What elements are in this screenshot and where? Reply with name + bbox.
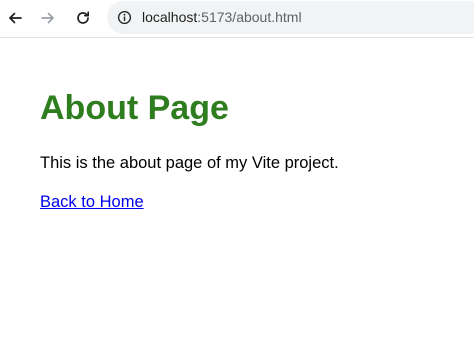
page-content: About Page This is the about page of my … xyxy=(40,86,460,213)
reload-icon xyxy=(75,10,91,26)
browser-toolbar: localhost:5173/about.html xyxy=(0,0,474,38)
url-text[interactable]: localhost:5173/about.html xyxy=(142,9,302,26)
info-circle-icon[interactable] xyxy=(116,9,132,25)
url-host: localhost xyxy=(142,9,198,25)
page-title: About Page xyxy=(40,89,229,127)
back-button[interactable] xyxy=(2,5,28,31)
arrow-right-icon xyxy=(40,10,56,26)
address-bar[interactable]: localhost:5173/about.html xyxy=(107,1,474,34)
forward-button[interactable] xyxy=(35,5,61,31)
reload-button[interactable] xyxy=(70,5,96,31)
arrow-left-icon xyxy=(7,10,23,26)
back-to-home-link[interactable]: Back to Home xyxy=(40,191,144,213)
page-description: This is the about page of my Vite projec… xyxy=(40,154,339,172)
url-path: :5173/about.html xyxy=(197,9,302,25)
